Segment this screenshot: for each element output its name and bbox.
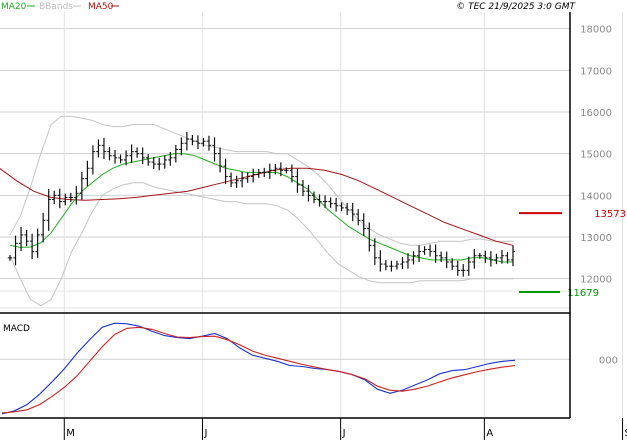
legend-label-ma20: MA20 (1, 2, 27, 12)
y-tick-label: 16000 (580, 108, 612, 119)
x-tick-label: J (342, 428, 346, 439)
resistance-label: 13573 (594, 209, 626, 220)
macd-title: MACD (3, 324, 30, 334)
macd-y-axis: 000 (599, 355, 618, 366)
support-label: 11679 (567, 288, 599, 299)
y-tick-label: 13000 (580, 233, 612, 244)
y-tick-label: 12000 (580, 275, 612, 286)
y-tick-label: 18000 (580, 25, 612, 36)
y-tick-label: 14000 (580, 191, 612, 202)
copyright-text: © TEC 21/9/2025 3:0 GMT (456, 2, 576, 12)
chart-canvas: 13573 11679 18000 17000 16000 15000 14000 1300… (0, 0, 627, 440)
stock-chart: 13573 11679 18000 17000 16000 15000 14000 1300… (0, 0, 627, 440)
y-tick-label: 15000 (580, 150, 612, 161)
y-tick-label: 17000 (580, 66, 612, 77)
macd-y-tick-label: 000 (599, 355, 618, 366)
x-tick-label: A (486, 428, 493, 439)
x-tick-label: J (203, 428, 207, 439)
x-tick-label: M (66, 428, 75, 439)
legend-label-ma50: MA50 (88, 2, 114, 12)
legend-label-bbands: BBands (39, 2, 73, 12)
legend: MA20 BBands MA50 (1, 2, 119, 12)
